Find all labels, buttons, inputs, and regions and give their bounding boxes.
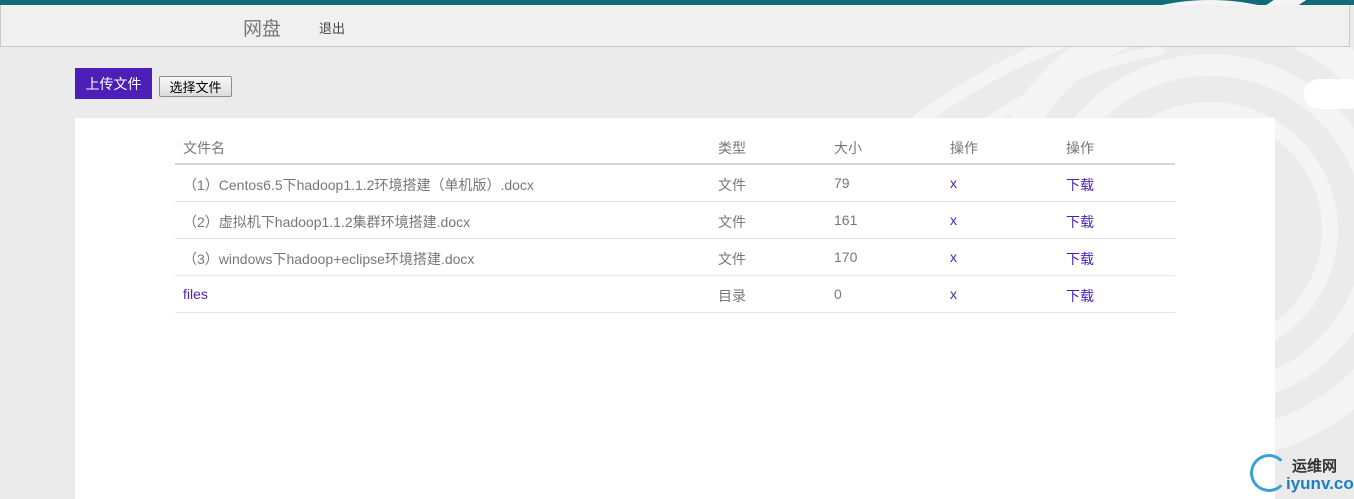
- table-row: files 目录 0 x 下载: [175, 276, 1175, 313]
- folder-link[interactable]: files: [183, 286, 208, 302]
- table-row: （3）windows下hadoop+eclipse环境搭建.docx 文件 17…: [175, 239, 1175, 276]
- navbar: 网盘 退出: [0, 5, 1350, 47]
- file-list-panel: 文件名 类型 大小 操作 操作 （1）Centos6.5下hadoop1.1.2…: [75, 118, 1275, 499]
- table-header-row: 文件名 类型 大小 操作 操作: [175, 128, 1175, 165]
- brand-title: 网盘: [243, 19, 282, 40]
- header-size: 大小: [834, 140, 862, 156]
- download-link[interactable]: 下载: [1066, 175, 1094, 195]
- file-size: 170: [834, 249, 858, 265]
- table-row: （2）虚拟机下hadoop1.1.2集群环境搭建.docx 文件 161 x 下…: [175, 202, 1175, 239]
- download-link[interactable]: 下载: [1066, 286, 1094, 306]
- delete-link[interactable]: x: [950, 249, 957, 265]
- watermark-swirl-icon: [1250, 454, 1288, 492]
- logout-link[interactable]: 退出: [319, 18, 345, 37]
- delete-link[interactable]: x: [950, 286, 957, 302]
- watermark-bottom-text: iyunv.com: [1286, 474, 1354, 493]
- background-pill: [1304, 79, 1354, 109]
- header-filename: 文件名: [183, 140, 225, 156]
- file-size: 161: [834, 212, 858, 228]
- file-table: 文件名 类型 大小 操作 操作 （1）Centos6.5下hadoop1.1.2…: [175, 128, 1175, 313]
- file-type: 文件: [718, 177, 746, 193]
- file-name: （2）虚拟机下hadoop1.1.2集群环境搭建.docx: [183, 214, 471, 230]
- download-link[interactable]: 下载: [1066, 249, 1094, 269]
- choose-file-button[interactable]: 选择文件: [159, 76, 232, 97]
- file-type: 文件: [718, 251, 746, 267]
- delete-link[interactable]: x: [950, 212, 957, 228]
- file-name: （3）windows下hadoop+eclipse环境搭建.docx: [183, 251, 475, 267]
- header-action-download: 操作: [1066, 140, 1094, 156]
- file-type: 目录: [718, 288, 746, 304]
- file-size: 0: [834, 286, 842, 302]
- header-action-delete: 操作: [950, 140, 978, 156]
- delete-link[interactable]: x: [950, 175, 957, 191]
- header-type: 类型: [718, 140, 746, 156]
- watermark-top-text: 运维网: [1292, 458, 1338, 475]
- watermark-logo: 运维网 iyunv.com: [1250, 452, 1354, 499]
- download-link[interactable]: 下载: [1066, 212, 1094, 232]
- file-name: （1）Centos6.5下hadoop1.1.2环境搭建（单机版）.docx: [183, 177, 534, 193]
- file-type: 文件: [718, 214, 746, 230]
- upload-file-button[interactable]: 上传文件: [75, 68, 152, 99]
- file-size: 79: [834, 175, 850, 191]
- table-row: （1）Centos6.5下hadoop1.1.2环境搭建（单机版）.docx 文…: [175, 165, 1175, 202]
